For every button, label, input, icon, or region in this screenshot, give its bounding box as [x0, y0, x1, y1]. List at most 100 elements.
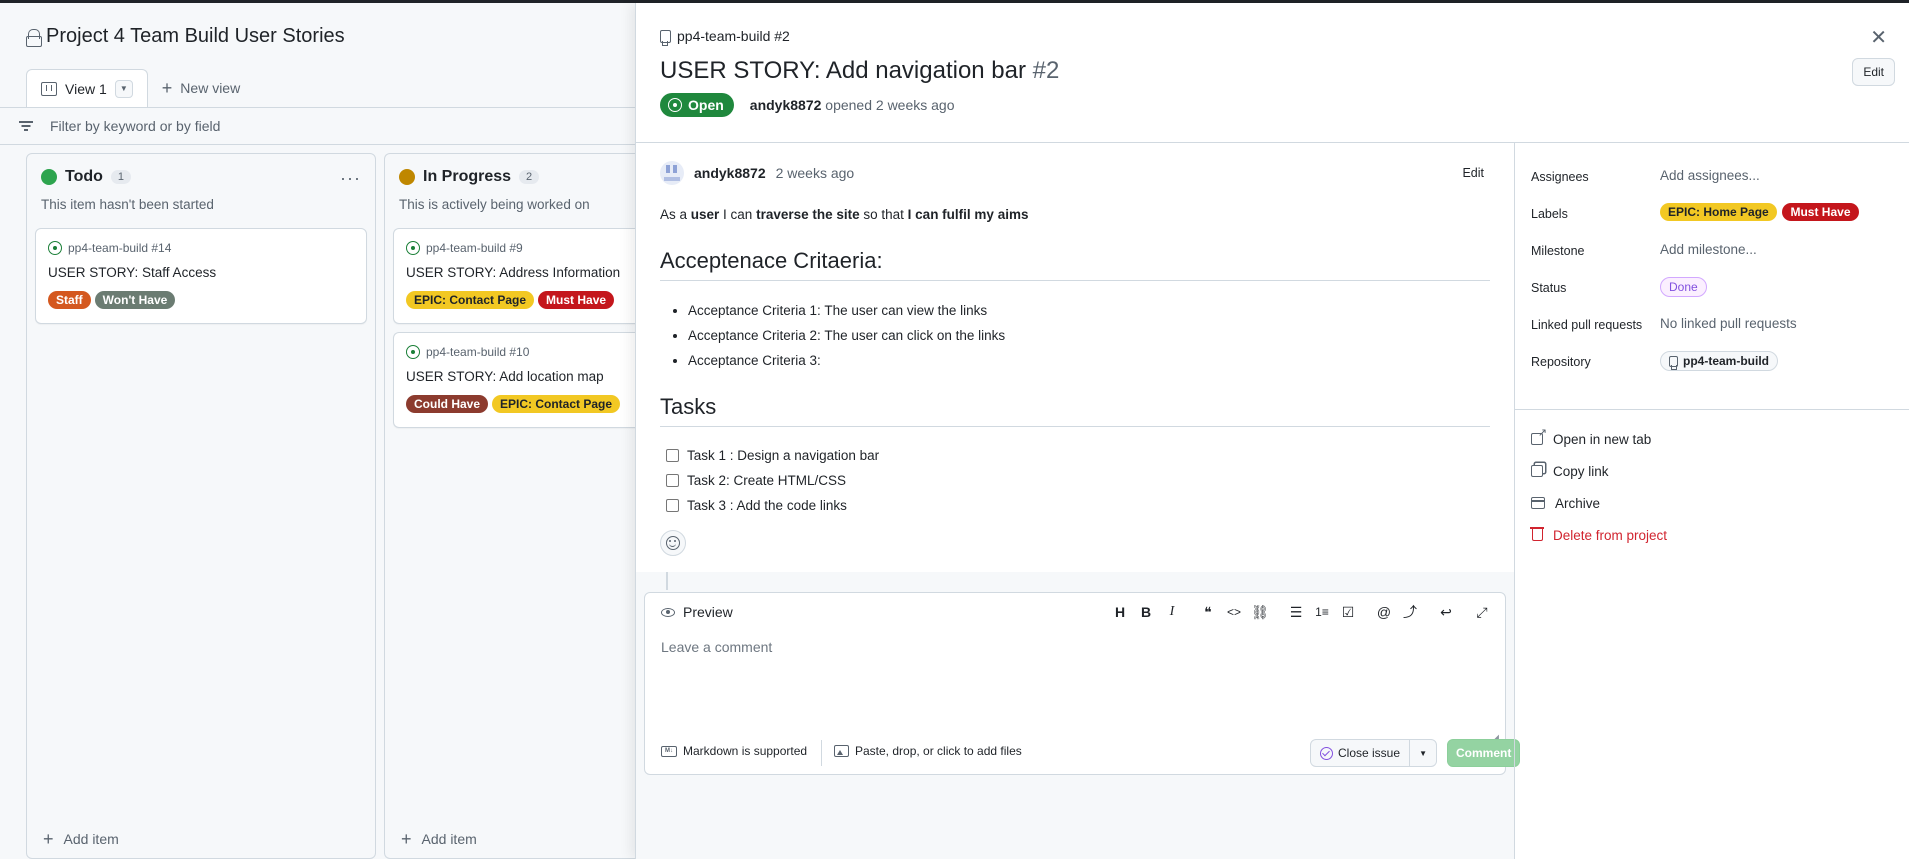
acceptance-criteria-heading: Acceptenace Critaeria: [660, 248, 1490, 281]
comment-input[interactable]: Leave a comment [661, 639, 772, 655]
assignees-field[interactable]: Add assignees... [1660, 168, 1760, 183]
cross-reference-icon[interactable]: ⤴ [1397, 602, 1423, 622]
comment-time[interactable]: 2 weeks ago [776, 165, 855, 181]
view-tabs: View 1 ▼ + New view [26, 69, 254, 107]
card-item[interactable]: pp4-team-build #14 USER STORY: Staff Acc… [35, 228, 367, 324]
bold-icon[interactable]: B [1133, 602, 1159, 622]
open-in-new-tab-button[interactable]: Open in new tab [1531, 423, 1667, 455]
card-ref-text: pp4-team-build #10 [426, 345, 530, 359]
task-list-icon[interactable]: ☑ [1335, 602, 1361, 622]
task-checkbox[interactable] [666, 474, 679, 487]
edit-title-button[interactable]: Edit [1852, 58, 1895, 86]
copy-link-button[interactable]: Copy link [1531, 455, 1667, 487]
comment-header: andyk8872 2 weeks ago [660, 161, 854, 185]
card-title[interactable]: USER STORY: Staff Access [48, 265, 216, 280]
status-dot-icon [399, 169, 415, 185]
field-label: Milestone [1531, 244, 1585, 258]
divider [1515, 409, 1909, 410]
comment-button[interactable]: Comment [1447, 739, 1521, 767]
filter-bar[interactable]: Filter by keyword or by field [0, 107, 636, 145]
label-badge: EPIC: Home Page [1660, 203, 1777, 221]
reply-icon[interactable]: ↩ [1433, 602, 1459, 622]
labels-field[interactable]: EPIC: Home Page Must Have [1660, 203, 1861, 221]
delete-from-project-button[interactable]: Delete from project [1530, 519, 1667, 551]
issue-open-icon [668, 98, 682, 112]
milestone-field[interactable]: Add milestone... [1660, 242, 1757, 257]
acceptance-criteria-list: Acceptance Criteria 1: The user can view… [688, 298, 1005, 373]
new-view-button[interactable]: + New view [148, 69, 254, 107]
ordered-list-icon[interactable]: 1≡ [1309, 602, 1335, 622]
column-title: Todo [65, 168, 103, 185]
issue-status-row: Open andyk8872 opened 2 weeks ago [660, 93, 955, 117]
task-label: Task 3 : Add the code links [687, 498, 847, 513]
field-label: Labels [1531, 207, 1568, 221]
close-icon[interactable]: ✕ [1870, 25, 1887, 50]
attach-files-button[interactable]: Paste, drop, or click to add files [834, 744, 1022, 758]
markdown-note[interactable]: M↓ Markdown is supported [661, 744, 807, 758]
mention-icon[interactable]: @ [1371, 602, 1397, 622]
add-item-label: Add item [421, 831, 477, 847]
task-checkbox[interactable] [666, 449, 679, 462]
task-checkbox[interactable] [666, 499, 679, 512]
card-item[interactable]: pp4-team-build #9 USER STORY: Address In… [393, 228, 653, 324]
tab-view-1[interactable]: View 1 ▼ [26, 69, 148, 107]
editor-footer: M↓ Markdown is supported Paste, drop, or… [645, 732, 1521, 774]
card-title[interactable]: USER STORY: Add location map [406, 369, 604, 384]
close-issue-dropdown-icon[interactable]: ▼ [1410, 740, 1436, 766]
tab-preview-label: Preview [683, 604, 733, 620]
column-count: 2 [519, 170, 540, 184]
issue-repo-ref[interactable]: pp4-team-build #2 [660, 28, 790, 46]
view-options-caret-icon[interactable]: ▼ [114, 79, 133, 98]
project-board: Project 4 Team Build User Stories View 1… [0, 3, 653, 859]
column-description: This item hasn't been started [41, 197, 214, 212]
column-count: 1 [110, 170, 132, 184]
avatar[interactable] [660, 161, 684, 185]
column-todo: Todo 1 ··· This item hasn't been started… [26, 153, 376, 859]
status-field[interactable]: Done [1660, 277, 1709, 297]
heading-icon[interactable]: H [1107, 602, 1133, 622]
column-menu-icon[interactable]: ··· [340, 168, 361, 189]
italic-icon[interactable]: I [1159, 602, 1185, 622]
timeline-line [666, 572, 668, 590]
repository-field[interactable]: pp4-team-build [1660, 351, 1780, 371]
issue-author-link[interactable]: andyk8872 [750, 97, 822, 113]
body-part: traverse the site [756, 207, 860, 222]
add-item-button[interactable]: + Add item [401, 830, 477, 848]
quote-icon[interactable]: ❝ [1195, 602, 1221, 622]
issue-open-icon [406, 241, 420, 255]
fullscreen-icon[interactable]: ⤢ [1469, 602, 1495, 622]
card-title[interactable]: USER STORY: Address Information [406, 265, 620, 280]
project-title-text: Project 4 Team Build User Stories [46, 25, 345, 47]
card-labels: Staff Won't Have [48, 291, 176, 309]
add-item-button[interactable]: + Add item [43, 830, 119, 848]
action-label: Open in new tab [1553, 431, 1652, 447]
card-labels: Could Have EPIC: Contact Page [406, 395, 621, 413]
body-part: I can fulfil my aims [907, 207, 1029, 222]
comment-author-link[interactable]: andyk8872 [694, 165, 766, 181]
task-label: Task 2: Create HTML/CSS [687, 473, 847, 488]
issue-closed-icon [1320, 746, 1333, 760]
issue-meta: andyk8872 opened 2 weeks ago [750, 97, 955, 113]
task-item: Task 2: Create HTML/CSS [666, 468, 879, 493]
filter-input[interactable]: Filter by keyword or by field [50, 118, 220, 134]
field-label: Status [1531, 281, 1567, 295]
label-badge: EPIC: Contact Page [406, 291, 535, 309]
unordered-list-icon[interactable]: ☰ [1283, 602, 1309, 622]
repository-badge[interactable]: pp4-team-build [1660, 351, 1778, 371]
tab-preview[interactable]: Preview [661, 604, 733, 620]
markdown-note-text: Markdown is supported [683, 744, 808, 758]
archive-icon [1530, 497, 1545, 509]
repo-icon [660, 29, 671, 46]
project-title: Project 4 Team Build User Stories [26, 25, 345, 48]
add-reaction-button[interactable] [660, 530, 686, 556]
plus-icon: + [401, 829, 412, 849]
plus-icon: + [43, 829, 54, 849]
close-issue-button[interactable]: Close issue [1311, 740, 1411, 766]
card-item[interactable]: pp4-team-build #10 USER STORY: Add locat… [393, 332, 653, 428]
body-part: As a [660, 207, 691, 222]
status-badge: Done [1660, 277, 1707, 297]
edit-comment-button[interactable]: Edit [1462, 166, 1484, 180]
link-icon[interactable]: ⛓ [1247, 602, 1273, 622]
archive-button[interactable]: Archive [1530, 487, 1667, 519]
code-icon[interactable]: <> [1221, 602, 1247, 622]
